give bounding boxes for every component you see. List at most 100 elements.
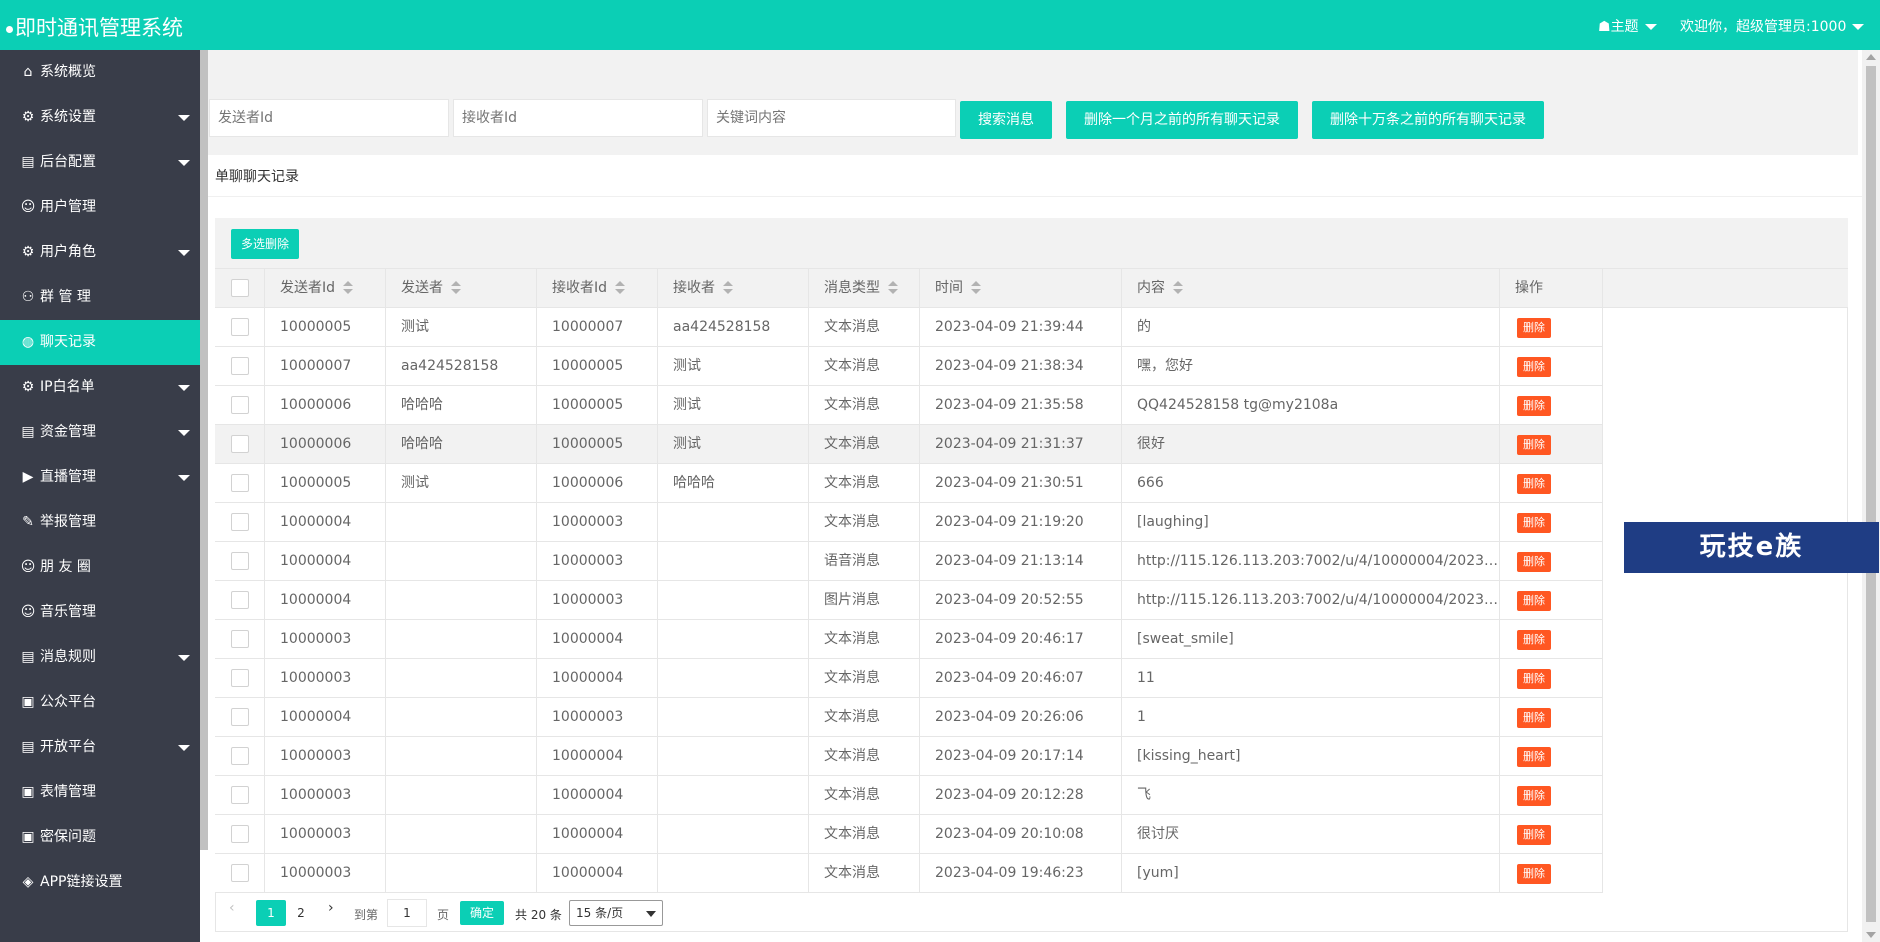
scroll-thumb[interactable] [1866, 66, 1876, 922]
keyword-input[interactable] [707, 99, 956, 137]
column-header[interactable]: 内容 [1122, 269, 1500, 308]
row-checkbox[interactable] [231, 552, 249, 570]
delete-button[interactable]: 删除 [1517, 513, 1551, 533]
video-icon: ▶ [22, 469, 34, 485]
row-checkbox[interactable] [231, 435, 249, 453]
row-checkbox[interactable] [231, 747, 249, 765]
sort-icon[interactable] [1173, 281, 1183, 295]
delete-button[interactable]: 删除 [1517, 396, 1551, 416]
sidebar-item[interactable]: ⚙ 系统设置 [0, 95, 200, 140]
chat-icon: ◍ [21, 334, 35, 350]
row-checkbox[interactable] [231, 825, 249, 843]
table-cell: 文本消息 [809, 386, 920, 425]
sidebar-item[interactable]: ⚇ 群 管 理 [0, 275, 200, 320]
table-cell: 10000003 [265, 854, 386, 893]
page-unit: 页 [437, 908, 450, 922]
calendar-icon: ▤ [21, 739, 35, 755]
sidebar-item[interactable]: ▶ 直播管理 [0, 455, 200, 500]
select-all-checkbox[interactable] [231, 279, 249, 297]
delete-button[interactable]: 删除 [1517, 708, 1551, 728]
sidebar-item[interactable]: ⌂ 系统概览 [0, 50, 200, 95]
sort-icon[interactable] [451, 281, 461, 295]
column-header[interactable]: 时间 [920, 269, 1122, 308]
multi-delete-button[interactable]: 多选删除 [231, 229, 299, 259]
column-header[interactable]: 发送者Id [265, 269, 386, 308]
row-checkbox[interactable] [231, 630, 249, 648]
table-cell: 文本消息 [809, 854, 920, 893]
table-cell: 2023-04-09 20:10:08 [920, 815, 1122, 854]
sidebar-item[interactable]: ◍ 聊天记录 [0, 320, 200, 365]
sender-id-input[interactable] [209, 99, 449, 137]
delete-button[interactable]: 删除 [1517, 591, 1551, 611]
row-checkbox[interactable] [231, 318, 249, 336]
row-checkbox[interactable] [231, 357, 249, 375]
goto-confirm-button[interactable]: 确定 [460, 901, 504, 925]
sidebar-item[interactable]: ▤ 消息规则 [0, 635, 200, 680]
delete-button[interactable]: 删除 [1517, 864, 1551, 884]
table-cell: QQ424528158 tg@my2108a [1122, 386, 1500, 425]
delete-100k-button[interactable]: 删除十万条之前的所有聊天记录 [1312, 101, 1544, 139]
column-header[interactable]: 接收者 [658, 269, 809, 308]
column-header[interactable]: 接收者Id [537, 269, 658, 308]
image-icon: ▣ [21, 829, 35, 845]
sidebar-item[interactable]: ▣ 表情管理 [0, 770, 200, 815]
sidebar-item[interactable]: ☺ 音乐管理 [0, 590, 200, 635]
sidebar-item[interactable]: ▣ 密保问题 [0, 815, 200, 860]
sidebar-item[interactable]: ▤ 开放平台 [0, 725, 200, 770]
delete-button[interactable]: 删除 [1517, 318, 1551, 338]
page-size-select[interactable]: 15 条/页 [569, 900, 663, 926]
sidebar-item-label: IP白名单 [40, 379, 95, 395]
sidebar-item[interactable]: ▣ 公众平台 [0, 680, 200, 725]
delete-button[interactable]: 删除 [1517, 357, 1551, 377]
delete-button[interactable]: 删除 [1517, 747, 1551, 767]
goto-page-input[interactable]: 1 [387, 899, 427, 927]
column-header[interactable]: 消息类型 [809, 269, 920, 308]
row-checkbox[interactable] [231, 591, 249, 609]
sidebar-item[interactable]: ▤ 后台配置 [0, 140, 200, 185]
receiver-id-input[interactable] [453, 99, 703, 137]
prev-page-icon[interactable]: ‹ [229, 900, 235, 916]
column-header[interactable]: 发送者 [386, 269, 537, 308]
sort-icon[interactable] [723, 281, 733, 295]
sidebar-item[interactable]: ⚙ IP白名单 [0, 365, 200, 410]
delete-button[interactable]: 删除 [1517, 630, 1551, 650]
row-checkbox[interactable] [231, 786, 249, 804]
sidebar-item[interactable]: ☺ 用户管理 [0, 185, 200, 230]
delete-button[interactable]: 删除 [1517, 435, 1551, 455]
sidebar-item[interactable]: ◈ APP链接设置 [0, 860, 200, 905]
scroll-down-icon[interactable] [1866, 932, 1876, 938]
page-2[interactable]: 2 [286, 900, 316, 926]
sidebar-item[interactable]: ▤ 资金管理 [0, 410, 200, 455]
row-checkbox[interactable] [231, 513, 249, 531]
row-checkbox[interactable] [231, 474, 249, 492]
delete-button[interactable]: 删除 [1517, 474, 1551, 494]
table-cell: 10000004 [265, 698, 386, 737]
sidebar-scrollbar[interactable] [200, 50, 208, 850]
ad-banner[interactable]: 玩技e族 [1624, 522, 1879, 573]
next-page-icon[interactable]: › [328, 900, 334, 916]
row-checkbox[interactable] [231, 396, 249, 414]
page-scrollbar[interactable] [1862, 50, 1880, 942]
sort-icon[interactable] [971, 281, 981, 295]
page-1[interactable]: 1 [256, 900, 286, 926]
sidebar-item[interactable]: ⚙ 用户角色 [0, 230, 200, 275]
sidebar-item[interactable]: ✎ 举报管理 [0, 500, 200, 545]
sidebar-item[interactable]: ☺ 朋 友 圈 [0, 545, 200, 590]
row-checkbox[interactable] [231, 864, 249, 882]
row-checkbox[interactable] [231, 669, 249, 687]
table-cell: 文本消息 [809, 425, 920, 464]
action-cell [1500, 776, 1603, 815]
scroll-up-icon[interactable] [1866, 54, 1876, 60]
delete-button[interactable]: 删除 [1517, 552, 1551, 572]
delete-button[interactable]: 删除 [1517, 669, 1551, 689]
delete-month-button[interactable]: 删除一个月之前的所有聊天记录 [1066, 101, 1298, 139]
delete-button[interactable]: 删除 [1517, 825, 1551, 845]
delete-button[interactable]: 删除 [1517, 786, 1551, 806]
sort-icon[interactable] [343, 281, 354, 295]
row-checkbox[interactable] [231, 708, 249, 726]
sort-icon[interactable] [888, 281, 898, 295]
search-button[interactable]: 搜索消息 [960, 101, 1052, 139]
theme-menu[interactable]: ☗主题 [1598, 16, 1657, 36]
user-menu[interactable]: 欢迎你，超级管理员:1000 [1680, 16, 1865, 36]
sort-icon[interactable] [615, 281, 626, 295]
